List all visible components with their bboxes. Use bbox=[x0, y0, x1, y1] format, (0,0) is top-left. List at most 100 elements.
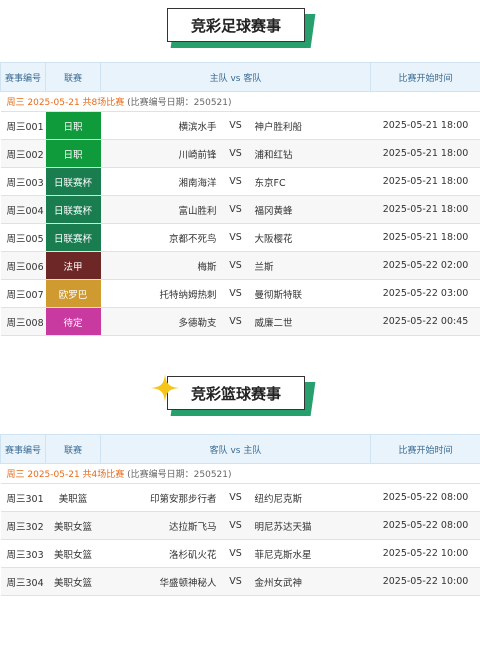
match-number: 周三005 bbox=[0, 223, 46, 252]
header-league: 联赛 bbox=[45, 62, 101, 92]
home-team[interactable]: 梅斯 bbox=[101, 259, 225, 273]
league-badge[interactable]: 日联赛杯 bbox=[45, 167, 101, 196]
vs-label: VS bbox=[229, 176, 242, 187]
home-team[interactable]: 托特纳姆热刺 bbox=[101, 287, 225, 301]
vs-label: VS bbox=[229, 204, 242, 215]
match-time: 2025-05-22 00:45 bbox=[370, 307, 480, 336]
away-team[interactable]: 兰斯 bbox=[247, 259, 371, 273]
home-team[interactable]: 达拉斯飞马 bbox=[101, 519, 225, 533]
league-badge[interactable]: 日联赛杯 bbox=[45, 195, 101, 224]
away-team[interactable]: 曼彻斯特联 bbox=[247, 287, 371, 301]
teams-cell: 京都不死鸟 VS 大阪樱花 bbox=[100, 223, 371, 252]
home-team[interactable]: 川崎前锋 bbox=[101, 147, 225, 161]
away-team[interactable]: 浦和红钻 bbox=[247, 147, 371, 161]
teams-cell: 托特纳姆热刺 VS 曼彻斯特联 bbox=[100, 279, 371, 308]
match-time: 2025-05-22 08:00 bbox=[370, 483, 480, 512]
league-badge[interactable]: 法甲 bbox=[45, 251, 101, 280]
teams-cell: 川崎前锋 VS 浦和红钻 bbox=[100, 139, 371, 168]
league-badge[interactable]: 日联赛杯 bbox=[45, 223, 101, 252]
match-number: 周三001 bbox=[0, 111, 46, 140]
basketball-table: 赛事编号 联赛 客队 vs 主队 比赛开始时间 周三 2025-05-21 共4… bbox=[0, 434, 480, 596]
match-number: 周三304 bbox=[0, 567, 46, 596]
header-teams: 客队 vs 主队 bbox=[100, 434, 371, 464]
match-row[interactable]: 周三002 日职 川崎前锋 VS 浦和红钻 2025-05-21 18:00 bbox=[0, 139, 480, 168]
league-badge[interactable]: 美职女篮 bbox=[45, 539, 101, 568]
match-row[interactable]: 周三005 日联赛杯 京都不死鸟 VS 大阪樱花 2025-05-21 18:00 bbox=[0, 223, 480, 252]
away-team[interactable]: 福冈黄蜂 bbox=[247, 203, 371, 217]
away-team[interactable]: 威廉二世 bbox=[247, 315, 371, 329]
match-number: 周三007 bbox=[0, 279, 46, 308]
match-time: 2025-05-21 18:00 bbox=[370, 167, 480, 196]
vs-label: VS bbox=[229, 548, 242, 559]
league-badge[interactable]: 美职女篮 bbox=[45, 567, 101, 596]
match-row[interactable]: 周三304 美职女篮 华盛顿神秘人 VS 金州女武神 2025-05-22 10:00 bbox=[0, 567, 480, 596]
match-row[interactable]: 周三001 日职 横滨水手 VS 神户胜利船 2025-05-21 18:00 bbox=[0, 111, 480, 140]
teams-cell: 湘南海洋 VS 东京FC bbox=[100, 167, 371, 196]
home-team[interactable]: 富山胜利 bbox=[101, 203, 225, 217]
away-team[interactable]: 大阪樱花 bbox=[247, 231, 371, 245]
vs-label: VS bbox=[229, 232, 242, 243]
basketball-info-row: 周三 2025-05-21 共4场比赛 (比赛编号日期：250521) bbox=[0, 463, 480, 484]
basketball-info-main: 周三 2025-05-21 共4场比赛 bbox=[6, 470, 125, 480]
home-team[interactable]: 印第安那步行者 bbox=[101, 491, 225, 505]
match-number: 周三302 bbox=[0, 511, 46, 540]
vs-label: VS bbox=[229, 316, 242, 327]
match-row[interactable]: 周三007 欧罗巴 托特纳姆热刺 VS 曼彻斯特联 2025-05-22 03:00 bbox=[0, 279, 480, 308]
home-team[interactable]: 洛杉矶火花 bbox=[101, 547, 225, 561]
match-number: 周三008 bbox=[0, 307, 46, 336]
league-badge[interactable]: 美职篮 bbox=[45, 483, 101, 512]
league-badge[interactable]: 日职 bbox=[45, 111, 101, 140]
home-team[interactable]: 多德勒支 bbox=[101, 315, 225, 329]
vs-label: VS bbox=[229, 120, 242, 131]
match-number: 周三002 bbox=[0, 139, 46, 168]
home-team[interactable]: 湘南海洋 bbox=[101, 175, 225, 189]
home-team[interactable]: 华盛顿神秘人 bbox=[101, 575, 225, 589]
teams-cell: 洛杉矶火花 VS 菲尼克斯水星 bbox=[100, 539, 371, 568]
match-row[interactable]: 周三302 美职女篮 达拉斯飞马 VS 明尼苏达天猫 2025-05-22 08:00 bbox=[0, 511, 480, 540]
match-number: 周三301 bbox=[0, 483, 46, 512]
match-time: 2025-05-22 10:00 bbox=[370, 567, 480, 596]
match-row[interactable]: 周三003 日联赛杯 湘南海洋 VS 东京FC 2025-05-21 18:00 bbox=[0, 167, 480, 196]
teams-cell: 横滨水手 VS 神户胜利船 bbox=[100, 111, 371, 140]
league-badge[interactable]: 日职 bbox=[45, 139, 101, 168]
away-team[interactable]: 明尼苏达天猫 bbox=[247, 519, 371, 533]
sparkle-icon bbox=[151, 374, 179, 402]
match-time: 2025-05-22 03:00 bbox=[370, 279, 480, 308]
basketball-title: 竞彩篮球赛事 bbox=[167, 376, 305, 410]
football-title: 竞彩足球赛事 bbox=[167, 8, 305, 42]
football-table: 赛事编号 联赛 主队 vs 客队 比赛开始时间 周三 2025-05-21 共8… bbox=[0, 62, 480, 336]
teams-cell: 富山胜利 VS 福冈黄蜂 bbox=[100, 195, 371, 224]
league-badge[interactable]: 美职女篮 bbox=[45, 511, 101, 540]
away-team[interactable]: 金州女武神 bbox=[247, 575, 371, 589]
match-time: 2025-05-21 18:00 bbox=[370, 111, 480, 140]
match-row[interactable]: 周三008 待定 多德勒支 VS 威廉二世 2025-05-22 00:45 bbox=[0, 307, 480, 336]
away-team[interactable]: 纽约尼克斯 bbox=[247, 491, 371, 505]
match-row[interactable]: 周三301 美职篮 印第安那步行者 VS 纽约尼克斯 2025-05-22 08:00 bbox=[0, 483, 480, 512]
match-time: 2025-05-22 10:00 bbox=[370, 539, 480, 568]
football-header-row: 赛事编号 联赛 主队 vs 客队 比赛开始时间 bbox=[0, 62, 480, 92]
football-info-row: 周三 2025-05-21 共8场比赛 (比赛编号日期：250521) bbox=[0, 91, 480, 112]
header-match-number: 赛事编号 bbox=[0, 62, 46, 92]
vs-label: VS bbox=[229, 492, 242, 503]
home-team[interactable]: 京都不死鸟 bbox=[101, 231, 225, 245]
header-start-time: 比赛开始时间 bbox=[370, 62, 480, 92]
away-team[interactable]: 神户胜利船 bbox=[247, 119, 371, 133]
home-team[interactable]: 横滨水手 bbox=[101, 119, 225, 133]
match-row[interactable]: 周三004 日联赛杯 富山胜利 VS 福冈黄蜂 2025-05-21 18:00 bbox=[0, 195, 480, 224]
teams-cell: 多德勒支 VS 威廉二世 bbox=[100, 307, 371, 336]
away-team[interactable]: 菲尼克斯水星 bbox=[247, 547, 371, 561]
league-badge[interactable]: 待定 bbox=[45, 307, 101, 336]
match-number: 周三303 bbox=[0, 539, 46, 568]
match-row[interactable]: 周三303 美职女篮 洛杉矶火花 VS 菲尼克斯水星 2025-05-22 10:00 bbox=[0, 539, 480, 568]
vs-label: VS bbox=[229, 520, 242, 531]
away-team[interactable]: 东京FC bbox=[247, 175, 371, 189]
match-row[interactable]: 周三006 法甲 梅斯 VS 兰斯 2025-05-22 02:00 bbox=[0, 251, 480, 280]
header-league: 联赛 bbox=[45, 434, 101, 464]
teams-cell: 达拉斯飞马 VS 明尼苏达天猫 bbox=[100, 511, 371, 540]
league-badge[interactable]: 欧罗巴 bbox=[45, 279, 101, 308]
match-time: 2025-05-21 18:00 bbox=[370, 139, 480, 168]
match-time: 2025-05-21 18:00 bbox=[370, 195, 480, 224]
match-time: 2025-05-22 02:00 bbox=[370, 251, 480, 280]
vs-label: VS bbox=[229, 260, 242, 271]
match-number: 周三003 bbox=[0, 167, 46, 196]
